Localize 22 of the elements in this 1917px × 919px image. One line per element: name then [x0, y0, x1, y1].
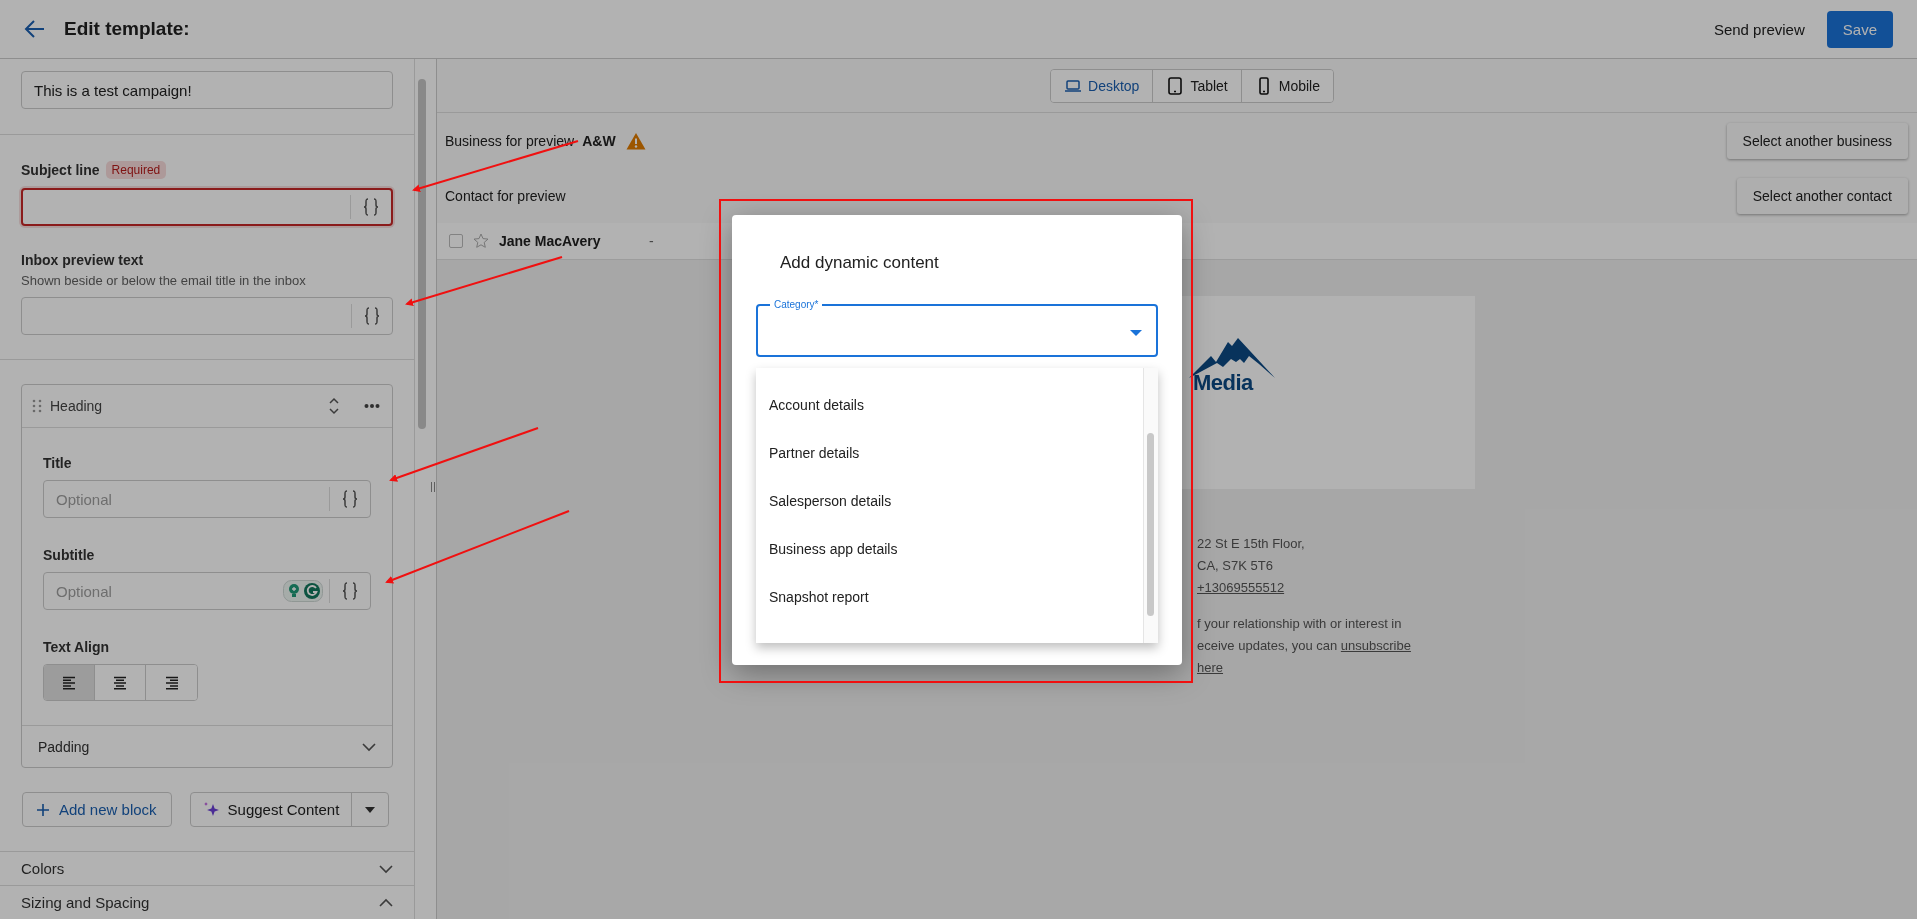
page-title: Edit template: [64, 18, 190, 40]
field-label: Title [43, 455, 73, 471]
field-label: Subject line [21, 162, 100, 178]
section-label: Sizing and Spacing [21, 894, 150, 911]
section-label: Padding [38, 738, 90, 755]
logo-text: Media [1193, 370, 1253, 396]
help-text: Shown beside or below the email title in the inbox [21, 273, 307, 288]
footer-text: eceive updates, you can [1197, 638, 1338, 653]
field-label: Inbox preview text [21, 252, 145, 268]
preview-label: Contact for preview [445, 187, 566, 204]
preview-label: Business for preview [445, 132, 575, 149]
footer-text: f your relationship with or interest in [1197, 615, 1403, 633]
business-name: A&W [582, 132, 616, 149]
contact-name: Jane MacAvery [499, 233, 602, 249]
field-label: Subtitle [43, 547, 96, 563]
table-cell: - [649, 233, 654, 249]
required-badge: Required [105, 161, 167, 179]
section-label: Colors [21, 860, 65, 877]
field-label: Text Align [43, 639, 111, 655]
block-title: Heading [50, 398, 104, 414]
address-line: 22 St E 15th Floor, [1197, 535, 1306, 553]
address-line: CA, S7K 5T6 [1197, 557, 1274, 575]
